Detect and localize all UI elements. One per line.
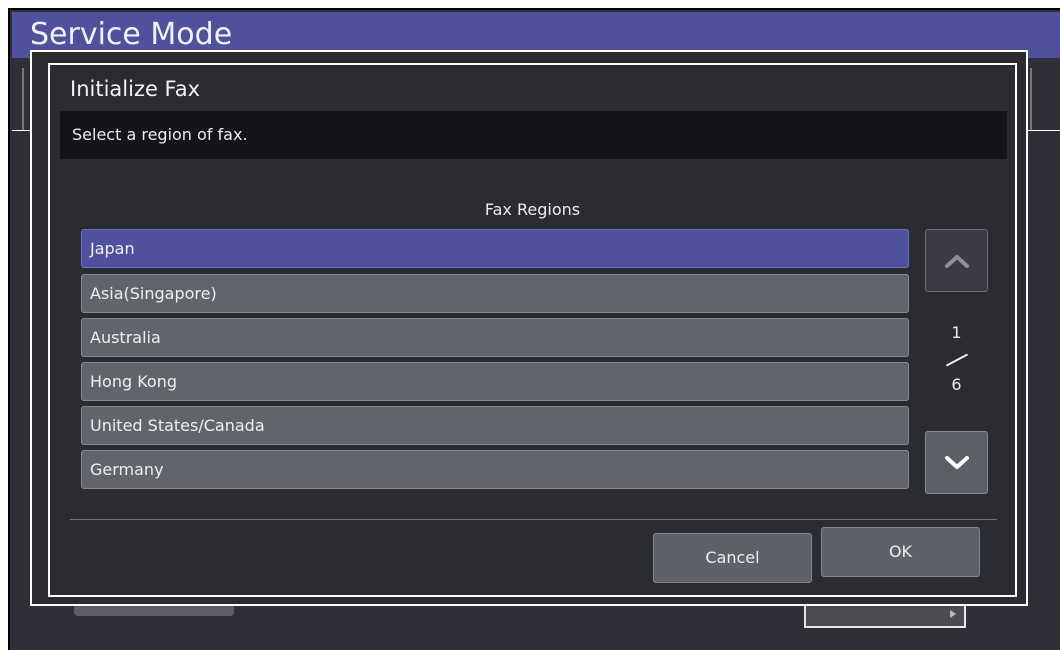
scroll-down-button[interactable] [925, 431, 988, 494]
message-bar: Select a region of fax. [60, 111, 1007, 159]
region-item-japan[interactable]: Japan [81, 229, 909, 268]
page-separator [945, 353, 969, 367]
cancel-button[interactable]: Cancel [653, 533, 812, 583]
page-total: 6 [951, 375, 962, 394]
dialog-divider [70, 519, 997, 520]
region-item-united-states-canada[interactable]: United States/Canada [81, 406, 909, 445]
page-indicator: 1 6 [925, 323, 988, 399]
page-current: 1 [951, 323, 962, 342]
dialog-title: Initialize Fax [70, 77, 201, 101]
background-panel-edge [22, 68, 24, 130]
region-list: Japan Asia(Singapore) Australia Hong Kon… [81, 229, 909, 491]
chevron-up-icon [944, 254, 969, 268]
play-arrow-icon [950, 610, 956, 618]
region-item-australia[interactable]: Australia [81, 318, 909, 357]
list-heading: Fax Regions [484, 200, 581, 219]
scroll-up-button[interactable] [925, 229, 988, 292]
message-text: Select a region of fax. [72, 125, 248, 144]
ok-button[interactable]: OK [821, 527, 980, 577]
initialize-fax-dialog: Initialize Fax Select a region of fax. F… [48, 63, 1017, 597]
region-item-germany[interactable]: Germany [81, 450, 909, 489]
background-panel-edge [1030, 68, 1032, 130]
chevron-down-icon [944, 455, 969, 469]
region-item-asia-singapore[interactable]: Asia(Singapore) [81, 274, 909, 313]
region-item-hong-kong[interactable]: Hong Kong [81, 362, 909, 401]
